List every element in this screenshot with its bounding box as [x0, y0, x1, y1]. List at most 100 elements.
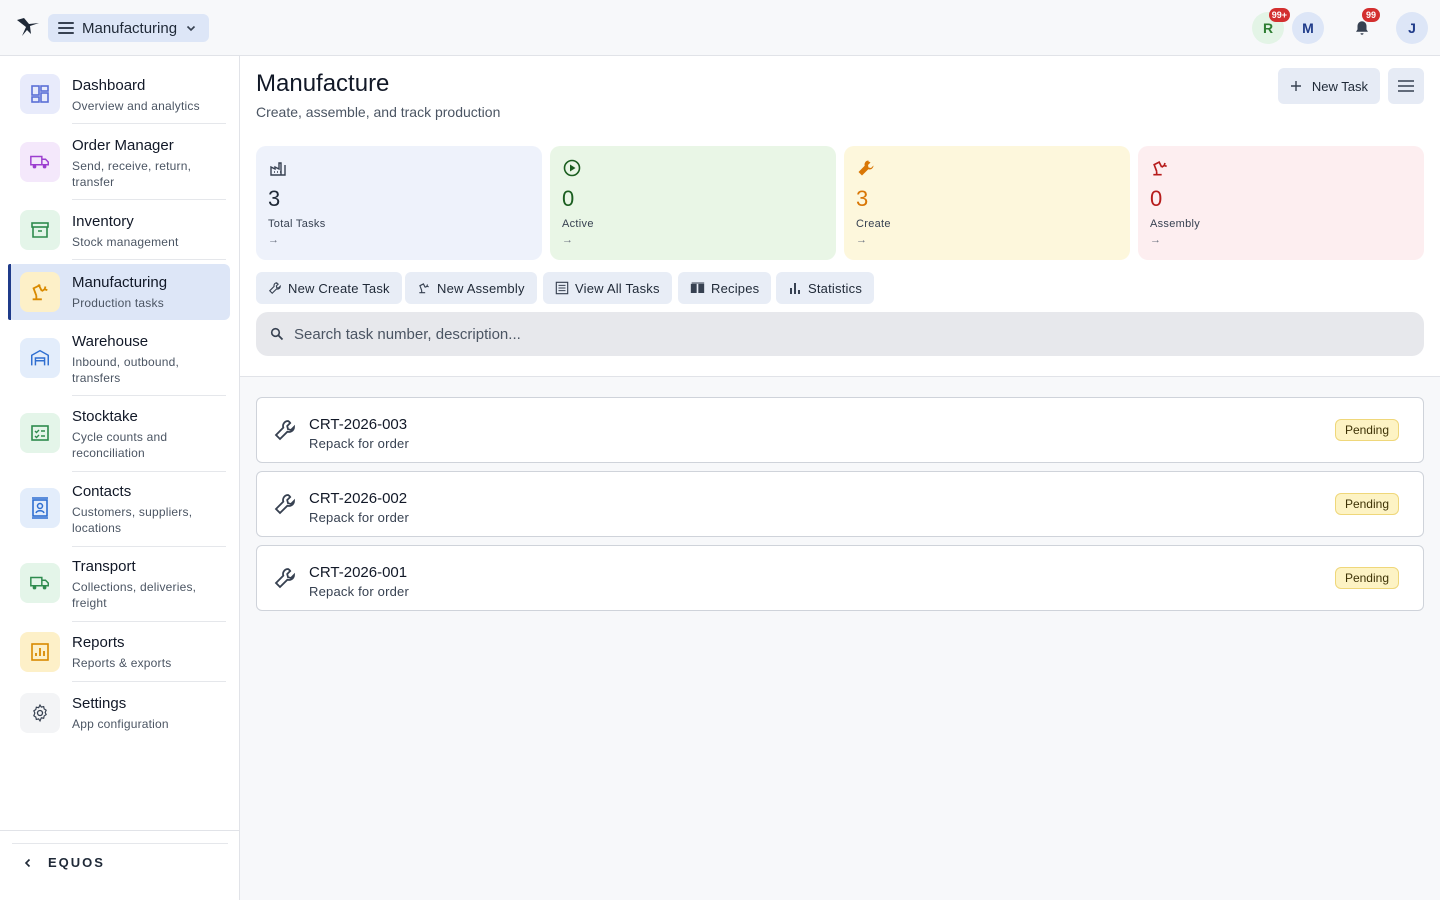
status-badge: Pending	[1334, 493, 1399, 515]
sidebar-item-label: Transport	[72, 558, 136, 575]
sidebar-item-desc: Collections, deliveries, freight	[72, 580, 197, 610]
more-menu-button[interactable]	[1388, 68, 1424, 104]
dashboard-icon	[20, 74, 60, 114]
sidebar-item-inventory[interactable]: Inventory Stock management	[8, 200, 230, 260]
sidebar-item-contacts[interactable]: Contacts Customers, suppliers, locations	[8, 472, 230, 547]
task-row[interactable]: CRT-2026-001 Repack for order Pending	[256, 545, 1424, 611]
sidebar-item-stocktake[interactable]: Stocktake Cycle counts and reconciliation	[8, 397, 230, 472]
stat-label: Create	[856, 218, 891, 230]
notifications-badge: 99	[1362, 8, 1380, 22]
sidebar-item-manufacturing[interactable]: Manufacturing Production tasks	[8, 264, 230, 320]
plus-icon	[1290, 81, 1301, 91]
sidebar-item-desc: App configuration	[72, 717, 169, 731]
robot-arm-icon	[419, 283, 429, 294]
robot-arm-icon	[1153, 161, 1167, 176]
search-bar	[256, 312, 1424, 356]
user-avatar-j[interactable]: J	[1396, 12, 1428, 44]
archive-icon	[20, 210, 60, 250]
task-description: Repack for order	[309, 584, 410, 599]
view-all-tasks-button[interactable]: View All Tasks	[543, 272, 672, 304]
divider	[72, 681, 226, 682]
sidebar-item-desc: Send, receive, return, transfer	[72, 159, 192, 189]
main-header: Manufacture Create, assemble, and track …	[240, 56, 1440, 377]
search-icon	[270, 327, 284, 341]
sidebar-item-desc: Stock management	[72, 235, 179, 249]
book-icon	[690, 282, 705, 293]
sidebar-item-dashboard[interactable]: Dashboard Overview and analytics	[8, 68, 230, 124]
arrow-right-icon: →	[1150, 234, 1161, 246]
status-badge: Pending	[1334, 567, 1399, 589]
chevron-left-icon	[24, 858, 31, 867]
sidebar-item-label: Settings	[72, 695, 127, 712]
task-description: Repack for order	[309, 436, 410, 451]
wrench-icon	[268, 282, 281, 295]
sidebar-item-reports[interactable]: Reports Reports & exports	[8, 622, 230, 682]
stat-label: Assembly	[1150, 218, 1201, 230]
stat-card-create[interactable]: 3 Create →	[844, 146, 1130, 260]
stat-value: 0	[562, 186, 575, 211]
task-number: CRT-2026-002	[309, 490, 408, 507]
stat-label: Active	[562, 218, 594, 230]
sidebar-item-desc: Customers, suppliers, locations	[72, 505, 193, 535]
sidebar: Dashboard Overview and analytics Order Ma…	[0, 56, 240, 900]
task-number: CRT-2026-003	[309, 416, 408, 433]
wrench-icon	[274, 568, 295, 589]
stat-value: 3	[268, 186, 281, 211]
recipes-button[interactable]: Recipes	[678, 272, 772, 304]
wrench-icon	[858, 160, 874, 176]
stat-value: 3	[856, 186, 869, 211]
status-badge: Pending	[1334, 419, 1399, 441]
sidebar-item-order-manager[interactable]: Order Manager Send, receive, return, tran…	[8, 124, 230, 200]
user-avatar-m[interactable]: M	[1292, 12, 1324, 44]
sidebar-item-label: Manufacturing	[72, 274, 168, 291]
new-task-button[interactable]: New Task	[1277, 68, 1380, 104]
task-row[interactable]: CRT-2026-003 Repack for order Pending	[256, 397, 1424, 463]
new-assembly-button[interactable]: New Assembly	[405, 272, 537, 304]
stat-card-active[interactable]: 0 Active →	[550, 146, 836, 260]
sidebar-item-desc: Production tasks	[72, 296, 164, 310]
sidebar-item-settings[interactable]: Settings App configuration	[8, 683, 230, 743]
sidebar-item-desc: Overview and analytics	[72, 99, 200, 113]
task-row[interactable]: CRT-2026-002 Repack for order Pending	[256, 471, 1424, 537]
checklist-icon	[20, 413, 60, 453]
sidebar-footer: EQUOS	[0, 830, 240, 900]
sidebar-item-label: Warehouse	[72, 333, 149, 350]
sidebar-item-label: Inventory	[72, 213, 134, 230]
robot-arm-icon	[20, 272, 60, 312]
wrench-icon	[274, 420, 295, 441]
stat-label: Total Tasks	[268, 218, 326, 230]
statistics-button[interactable]: Statistics	[776, 272, 875, 304]
app-logo-icon[interactable]	[14, 14, 42, 42]
sidebar-item-label: Stocktake	[72, 408, 138, 425]
notifications-button[interactable]: 99	[1346, 8, 1380, 44]
chart-icon	[20, 632, 60, 672]
sidebar-item-warehouse[interactable]: Warehouse Inbound, outbound, transfers	[8, 322, 230, 396]
arrow-right-icon: →	[856, 234, 867, 246]
sidebar-collapse-button[interactable]: EQUOS	[22, 855, 105, 870]
task-description: Repack for order	[309, 510, 410, 525]
stat-card-assembly[interactable]: 0 Assembly →	[1138, 146, 1424, 260]
new-create-task-button[interactable]: New Create Task	[256, 272, 402, 304]
sidebar-item-label: Contacts	[72, 483, 132, 500]
brand-label: EQUOS	[48, 855, 105, 870]
sidebar-item-label: Reports	[72, 634, 125, 651]
sidebar-item-desc: Cycle counts and reconciliation	[72, 430, 168, 460]
wrench-icon	[274, 494, 295, 515]
menu-icon	[1398, 80, 1414, 92]
app-switcher-label: Manufacturing	[82, 19, 178, 37]
sidebar-item-transport[interactable]: Transport Collections, deliveries, freigh…	[8, 547, 230, 622]
warehouse-icon	[20, 338, 60, 378]
play-circle-icon	[563, 159, 581, 177]
list-icon	[555, 281, 569, 295]
user-avatar-r[interactable]: R 99+	[1252, 8, 1290, 44]
app-switcher-button[interactable]: Manufacturing	[48, 14, 210, 42]
bar-chart-icon	[790, 283, 800, 294]
avatar-badge: 99+	[1268, 8, 1290, 22]
sidebar-item-desc: Inbound, outbound, transfers	[72, 355, 180, 385]
factory-icon	[270, 162, 286, 176]
search-input[interactable]	[294, 325, 1394, 343]
top-bar: Manufacturing R 99+ M 99 J	[0, 0, 1440, 56]
sidebar-item-label: Dashboard	[72, 77, 146, 94]
stat-card-total[interactable]: 3 Total Tasks →	[256, 146, 542, 260]
divider	[72, 395, 226, 396]
